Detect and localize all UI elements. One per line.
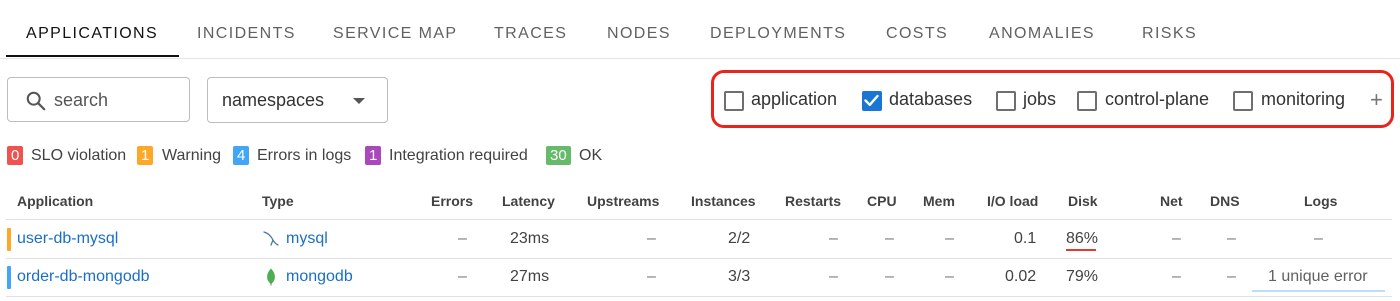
errors-in-logs-label[interactable]: Errors in logs xyxy=(257,146,351,165)
column-header-type[interactable]: Type xyxy=(262,193,294,209)
upstreams-value: – xyxy=(647,268,656,285)
active-tab-indicator xyxy=(6,55,179,57)
checkbox-control-plane[interactable] xyxy=(1077,91,1097,111)
tab-service-map[interactable]: SERVICE MAP xyxy=(333,0,457,58)
column-header-cpu[interactable]: CPU xyxy=(867,193,897,209)
instances-value[interactable]: 3/3 xyxy=(728,268,750,286)
checkbox-monitoring-label[interactable]: monitoring xyxy=(1261,89,1345,110)
search-icon xyxy=(26,91,46,111)
column-header-application[interactable]: Application xyxy=(17,193,93,209)
net-value: – xyxy=(1172,230,1181,247)
column-header-logs[interactable]: Logs xyxy=(1304,193,1337,209)
disk-warning-underline xyxy=(1066,249,1096,251)
row-status-indicator xyxy=(7,266,11,289)
mysql-icon xyxy=(263,231,279,246)
column-header-io-load[interactable]: I/O load xyxy=(987,193,1038,209)
io-load-value[interactable]: 0.02 xyxy=(1005,268,1036,286)
search-field[interactable] xyxy=(7,77,190,122)
tab-deployments[interactable]: DEPLOYMENTS xyxy=(710,0,846,58)
warning-label[interactable]: Warning xyxy=(162,146,221,165)
tab-nodes[interactable]: NODES xyxy=(607,0,671,58)
latency-value[interactable]: 23ms xyxy=(510,230,549,248)
errors-in-logs-count-badge[interactable]: 4 xyxy=(233,146,250,165)
errors-value: – xyxy=(458,230,467,247)
column-header-instances[interactable]: Instances xyxy=(691,193,756,209)
tab-anomalies[interactable]: ANOMALIES xyxy=(989,0,1095,58)
warning-count-badge[interactable]: 1 xyxy=(137,146,154,165)
instances-value[interactable]: 2/2 xyxy=(728,230,750,248)
tab-incidents[interactable]: INCIDENTS xyxy=(197,0,296,58)
namespaces-select[interactable]: namespaces xyxy=(207,77,388,123)
slo-violation-count-badge[interactable]: 0 xyxy=(7,146,24,165)
type-link[interactable]: mysql xyxy=(286,230,328,248)
checkmark-icon xyxy=(864,94,879,107)
checkbox-application[interactable] xyxy=(724,91,744,111)
checkbox-control-plane-label[interactable]: control-plane xyxy=(1105,89,1209,110)
column-header-mem[interactable]: Mem xyxy=(923,193,955,209)
checkbox-databases[interactable] xyxy=(862,91,882,111)
cpu-value: – xyxy=(885,230,894,247)
logs-sparkline xyxy=(1252,290,1385,292)
logs-value: – xyxy=(1314,230,1323,247)
mongodb-icon xyxy=(267,268,275,286)
slo-violation-label[interactable]: SLO violation xyxy=(31,146,126,165)
column-header-net[interactable]: Net xyxy=(1160,193,1183,209)
disk-value[interactable]: 79% xyxy=(1066,268,1098,286)
integration-required-count-badge[interactable]: 1 xyxy=(365,146,382,165)
disk-value[interactable]: 86% xyxy=(1066,230,1098,248)
integration-required-label[interactable]: Integration required xyxy=(389,146,528,165)
tab-applications[interactable]: APPLICATIONS xyxy=(26,0,158,58)
io-load-value[interactable]: 0.1 xyxy=(1014,230,1036,248)
navigation-tabs: APPLICATIONS INCIDENTS SERVICE MAP TRACE… xyxy=(0,0,1400,59)
type-link[interactable]: mongodb xyxy=(286,268,353,286)
tab-risks[interactable]: RISKS xyxy=(1142,0,1197,58)
row-status-indicator xyxy=(7,228,11,251)
column-header-errors[interactable]: Errors xyxy=(431,193,473,209)
upstreams-value: – xyxy=(647,230,656,247)
restarts-value: – xyxy=(829,230,838,247)
checkbox-monitoring[interactable] xyxy=(1233,91,1253,111)
column-header-disk[interactable]: Disk xyxy=(1068,193,1098,209)
table-row-divider xyxy=(6,296,1392,297)
logs-value[interactable]: 1 unique error xyxy=(1268,268,1368,286)
cpu-value: – xyxy=(885,268,894,285)
mem-value: – xyxy=(945,230,954,247)
table-row-divider xyxy=(6,258,1392,259)
column-header-upstreams[interactable]: Upstreams xyxy=(587,193,659,209)
column-header-dns[interactable]: DNS xyxy=(1210,193,1240,209)
latency-value[interactable]: 27ms xyxy=(510,268,549,286)
checkbox-jobs-label[interactable]: jobs xyxy=(1023,89,1056,110)
checkbox-jobs[interactable] xyxy=(996,91,1016,111)
add-type-button[interactable]: + xyxy=(1370,88,1383,112)
dns-value: – xyxy=(1227,268,1236,285)
table-divider xyxy=(6,219,1392,220)
namespaces-select-label: namespaces xyxy=(222,90,325,110)
dns-value: – xyxy=(1227,230,1236,247)
tab-traces[interactable]: TRACES xyxy=(494,0,567,58)
tab-costs[interactable]: COSTS xyxy=(886,0,948,58)
application-link[interactable]: user-db-mysql xyxy=(17,230,118,248)
ok-label[interactable]: OK xyxy=(579,146,602,165)
search-input[interactable] xyxy=(54,88,182,112)
checkbox-application-label[interactable]: application xyxy=(751,89,837,110)
column-header-restarts[interactable]: Restarts xyxy=(785,193,841,209)
mem-value: – xyxy=(945,268,954,285)
application-link[interactable]: order-db-mongodb xyxy=(17,268,150,286)
checkbox-databases-label[interactable]: databases xyxy=(889,89,972,110)
restarts-value: – xyxy=(829,268,838,285)
net-value: – xyxy=(1172,268,1181,285)
errors-value: – xyxy=(458,268,467,285)
caret-down-icon xyxy=(353,98,365,104)
ok-count-badge[interactable]: 30 xyxy=(546,146,571,165)
column-header-latency[interactable]: Latency xyxy=(502,193,555,209)
